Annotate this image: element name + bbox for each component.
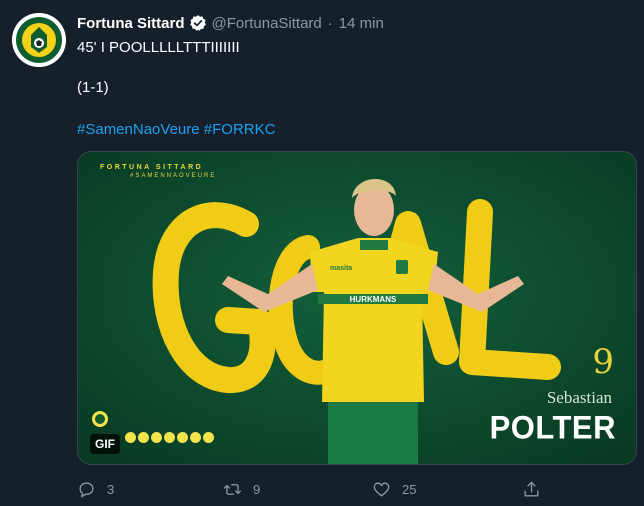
jersey-number: 9: [592, 342, 614, 382]
retweet-count: 9: [253, 481, 261, 497]
player-first-name: Sebastian: [546, 388, 612, 407]
avatar[interactable]: [12, 13, 66, 67]
heart-icon: [373, 481, 390, 497]
verified-badge-icon: [189, 15, 206, 31]
youtube-icon: [151, 432, 162, 443]
tweet[interactable]: Fortuna Sittard @FortunaSittard · 14 min…: [0, 0, 644, 506]
club-logo-small: [92, 411, 108, 427]
hashtags: #SamenNaoVeure #FORRKC: [77, 120, 275, 140]
media-gif[interactable]: HURKMANS masita FORTUNA SITTARD #SAMENNA…: [77, 151, 637, 465]
tweet-header: Fortuna Sittard @FortunaSittard · 14 min: [77, 12, 384, 34]
web-icon: [164, 432, 175, 443]
instagram-icon: [138, 432, 149, 443]
brand-hashtag: #SAMENNAOVEURE: [130, 173, 217, 179]
share-icon: [524, 481, 539, 497]
player-last-name: POLTER: [489, 409, 616, 446]
kit-brand: masita: [330, 265, 352, 272]
like-count: 25: [402, 481, 417, 497]
shirt-sponsor: HURKMANS: [350, 295, 397, 304]
retweet-icon: [223, 483, 242, 495]
gif-badge: GIF: [90, 434, 120, 454]
author-handle[interactable]: @FortunaSittard: [212, 15, 322, 32]
reply-count: 3: [107, 481, 115, 497]
author-name[interactable]: Fortuna Sittard: [77, 15, 185, 32]
club-crest-icon: [12, 13, 66, 67]
facebook-icon: [125, 432, 136, 443]
reply-button[interactable]: 3: [77, 478, 114, 500]
reply-icon: [79, 481, 94, 497]
tweet-actions: 3 9 25: [77, 478, 637, 500]
tiktok-icon: [203, 432, 214, 443]
hashtag-link[interactable]: #SamenNaoVeure: [77, 121, 200, 138]
twitter-icon: [177, 432, 188, 443]
tweet-text-line-1: 45' I POOLLLLLTTTIIIIIII: [77, 39, 240, 56]
retweet-button[interactable]: 9: [223, 478, 260, 500]
share-button[interactable]: [522, 478, 541, 500]
tweet-text-line-2: (1-1): [77, 79, 109, 96]
like-button[interactable]: 25: [372, 478, 416, 500]
separator-dot: ·: [327, 14, 333, 32]
whatsapp-icon: [190, 432, 201, 443]
hashtag-link[interactable]: #FORRKC: [204, 121, 276, 138]
timestamp[interactable]: 14 min: [339, 15, 384, 32]
brand-title: FORTUNA SITTARD: [100, 164, 204, 171]
social-icons: [125, 432, 214, 443]
